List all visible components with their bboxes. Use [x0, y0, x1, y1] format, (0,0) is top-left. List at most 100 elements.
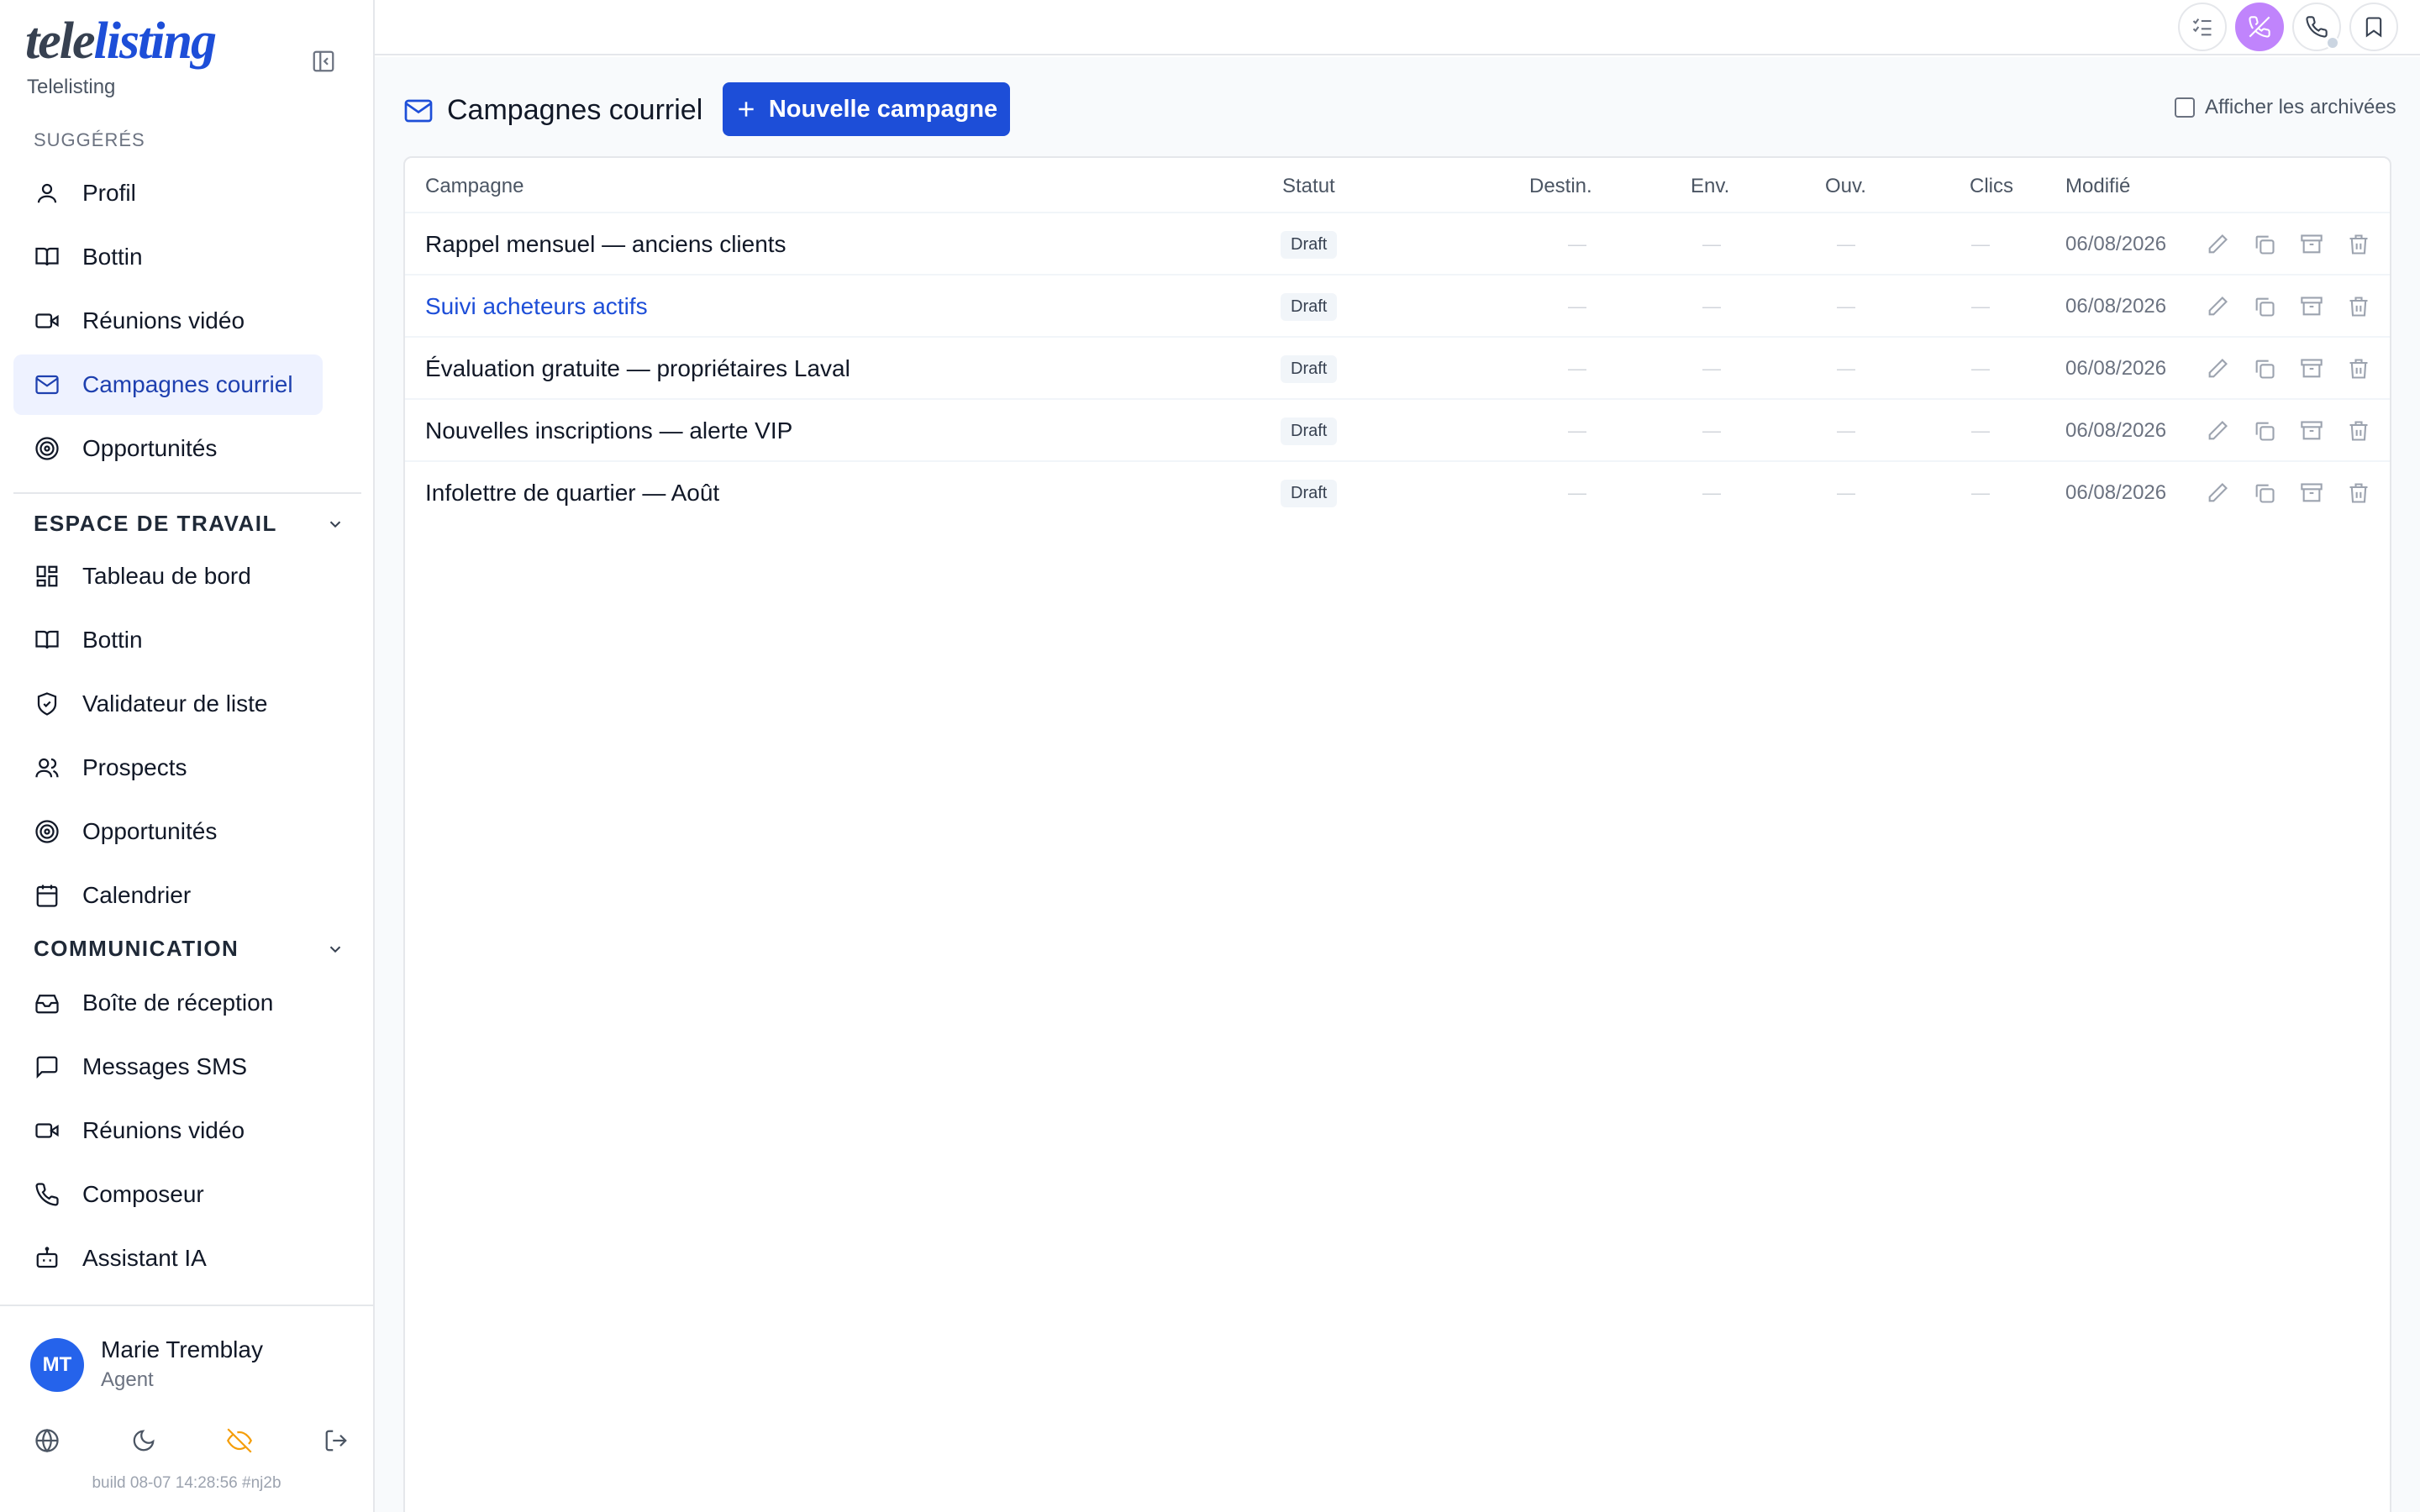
sent-value: — [1702, 482, 1721, 503]
edit-icon[interactable] [2205, 418, 2230, 444]
clicks-value: — [1971, 482, 1990, 503]
new-campaign-button[interactable]: Nouvelle campagne [723, 82, 1010, 136]
user-name: Marie Tremblay [101, 1336, 263, 1362]
sidebar-item-composeur[interactable]: Composeur [13, 1164, 323, 1225]
campaign-name[interactable]: Rappel mensuel — anciens clients [425, 213, 786, 276]
chevron-down-icon [329, 521, 341, 528]
column-header-clicks[interactable]: Clics [1970, 175, 2013, 198]
modified-date: 06/08/2026 [2065, 419, 2167, 442]
sidebar-item-label: Messages SMS [82, 1053, 248, 1079]
call-status-button[interactable] [2235, 3, 2284, 51]
column-header-status[interactable]: Statut [1282, 175, 1335, 198]
column-header-opened[interactable]: Ouv. [1825, 175, 1866, 198]
campaign-name[interactable]: Infolettre de quartier — Août [425, 462, 719, 524]
table-row[interactable]: Suivi acheteurs actifs Draft — — — — 06/… [405, 274, 2390, 336]
edit-icon[interactable] [2205, 294, 2230, 319]
checklist-icon [2192, 18, 2212, 36]
trash-icon[interactable] [2346, 232, 2371, 257]
column-header-modified[interactable]: Modifié [2065, 175, 2130, 198]
collapse-sidebar-button[interactable] [309, 47, 338, 76]
checklist-button[interactable] [2178, 3, 2227, 51]
mail-icon [403, 96, 434, 130]
campaign-name[interactable]: Évaluation gratuite — propriétaires Lava… [425, 338, 850, 400]
duplicate-icon[interactable] [2252, 232, 2277, 257]
sidebar-item-label: Réunions vidéo [82, 1117, 245, 1143]
phone-button[interactable] [2292, 3, 2341, 51]
sidebar-item-label: Boîte de réception [82, 990, 274, 1016]
opened-value: — [1837, 420, 1855, 441]
row-actions [2205, 338, 2371, 400]
status-badge: Draft [1281, 213, 1338, 276]
archive-icon[interactable] [2299, 356, 2324, 381]
avatar[interactable]: MT [30, 1338, 84, 1392]
logout-icon[interactable] [321, 1425, 351, 1456]
sidebar-item-boite-de-reception[interactable]: Boîte de réception [13, 973, 323, 1033]
column-header-recipients[interactable]: Destin. [1529, 175, 1592, 198]
group-header-workspace[interactable]: ESPACE DE TRAVAIL [34, 511, 345, 537]
sidebar-item-messages-sms[interactable]: Messages SMS [13, 1037, 323, 1097]
row-actions [2205, 462, 2371, 524]
duplicate-icon[interactable] [2252, 356, 2277, 381]
phone-off-icon [2249, 16, 2270, 38]
trash-icon[interactable] [2346, 418, 2371, 444]
phone-icon [34, 1181, 60, 1208]
sidebar-item-bottin-workspace[interactable]: Bottin [13, 610, 323, 670]
column-header-sent[interactable]: Env. [1691, 175, 1729, 198]
status-badge: Draft [1281, 400, 1338, 462]
trash-icon[interactable] [2346, 356, 2371, 381]
new-campaign-label: Nouvelle campagne [768, 95, 998, 123]
build-info: build 08-07 14:28:56 #nj2b [92, 1474, 281, 1492]
archive-icon[interactable] [2299, 480, 2324, 506]
sidebar-item-reunions-video[interactable]: Réunions vidéo [13, 291, 323, 351]
column-header-campaign[interactable]: Campagne [425, 175, 523, 198]
sidebar-item-validateur-de-liste[interactable]: Validateur de liste [13, 674, 323, 734]
opened-value: — [1837, 234, 1855, 255]
sidebar-item-campagnes-courriel[interactable]: Campagnes courriel [13, 354, 323, 415]
bookmark-button[interactable] [2349, 3, 2398, 51]
calendar-icon [34, 882, 60, 909]
sidebar-item-tableau-de-bord[interactable]: Tableau de bord [13, 546, 323, 606]
globe-icon[interactable] [32, 1425, 62, 1456]
group-header-communication[interactable]: COMMUNICATION [34, 936, 345, 962]
modified-date: 06/08/2026 [2065, 295, 2167, 318]
table-row[interactable]: Infolettre de quartier — Août Draft — — … [405, 460, 2390, 522]
archive-icon[interactable] [2299, 418, 2324, 444]
brand-subtitle: Telelisting [27, 76, 116, 98]
duplicate-icon[interactable] [2252, 480, 2277, 506]
sidebar-item-profil[interactable]: Profil [13, 163, 323, 223]
sidebar-item-bottin[interactable]: Bottin [13, 227, 323, 287]
opened-value: — [1837, 482, 1855, 503]
moon-icon[interactable] [129, 1425, 159, 1456]
sidebar-item-opportunites[interactable]: Opportunités [13, 418, 323, 479]
sidebar-item-assistant-ia[interactable]: Assistant IA [13, 1228, 323, 1289]
sidebar-item-opportunites-workspace[interactable]: Opportunités [13, 801, 323, 862]
duplicate-icon[interactable] [2252, 418, 2277, 444]
brand-logo[interactable]: telelisting [25, 15, 217, 67]
sidebar-item-reunions-video-comm[interactable]: Réunions vidéo [13, 1100, 323, 1161]
campaign-name[interactable]: Suivi acheteurs actifs [425, 276, 648, 338]
table-row[interactable]: Évaluation gratuite — propriétaires Lava… [405, 336, 2390, 398]
campaign-name[interactable]: Nouvelles inscriptions — alerte VIP [425, 400, 792, 462]
table-row[interactable]: Rappel mensuel — anciens clients Draft —… [405, 212, 2390, 274]
sidebar-item-prospects[interactable]: Prospects [13, 738, 323, 798]
status-badge-text: Draft [1281, 417, 1338, 445]
table-row[interactable]: Nouvelles inscriptions — alerte VIP Draf… [405, 398, 2390, 460]
sidebar-item-label: Validateur de liste [82, 690, 268, 717]
sidebar-item-calendrier[interactable]: Calendrier [13, 865, 323, 926]
archive-icon[interactable] [2299, 294, 2324, 319]
sidebar-collapse-icon [313, 50, 334, 72]
edit-icon[interactable] [2205, 480, 2230, 506]
trash-icon[interactable] [2346, 294, 2371, 319]
edit-icon[interactable] [2205, 232, 2230, 257]
eye-off-icon[interactable] [224, 1425, 255, 1456]
show-archived-checkbox[interactable] [2175, 97, 2195, 118]
edit-icon[interactable] [2205, 356, 2230, 381]
archive-icon[interactable] [2299, 232, 2324, 257]
opened-value: — [1837, 296, 1855, 317]
show-archived-toggle[interactable]: Afficher les archivées [2175, 96, 2396, 119]
plus-icon [739, 102, 754, 117]
sidebar-item-label: Prospects [82, 754, 187, 780]
top-bar [375, 0, 2420, 55]
duplicate-icon[interactable] [2252, 294, 2277, 319]
trash-icon[interactable] [2346, 480, 2371, 506]
